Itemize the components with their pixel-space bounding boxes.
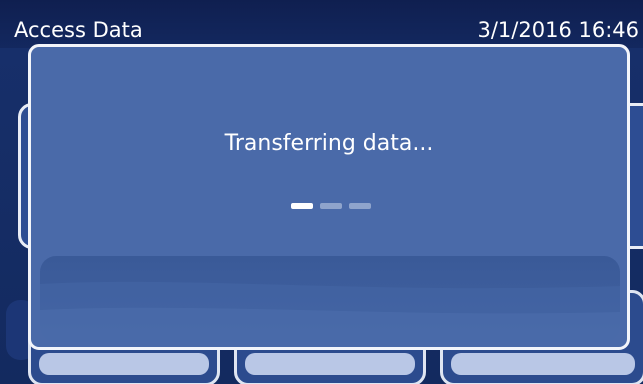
date-time: 3/1/2016 16:46 xyxy=(477,18,639,42)
transfer-dialog: Transferring data... xyxy=(28,44,630,350)
screen: Access Data 3/1/2016 16:46 Transferring … xyxy=(0,0,643,384)
progress-indicator xyxy=(291,203,371,209)
page-title: Access Data xyxy=(14,18,143,42)
dialog-footer-panel xyxy=(40,256,620,342)
background-button-3-face xyxy=(451,353,635,375)
background-button-2-face xyxy=(245,353,415,375)
footer-wave-decoration xyxy=(40,281,620,342)
progress-segment-1 xyxy=(291,203,313,209)
progress-segment-2 xyxy=(320,203,342,209)
background-button-1-face xyxy=(39,353,209,375)
progress-segment-3 xyxy=(349,203,371,209)
dialog-message: Transferring data... xyxy=(224,131,434,156)
title-bar: Access Data 3/1/2016 16:46 xyxy=(0,0,643,48)
